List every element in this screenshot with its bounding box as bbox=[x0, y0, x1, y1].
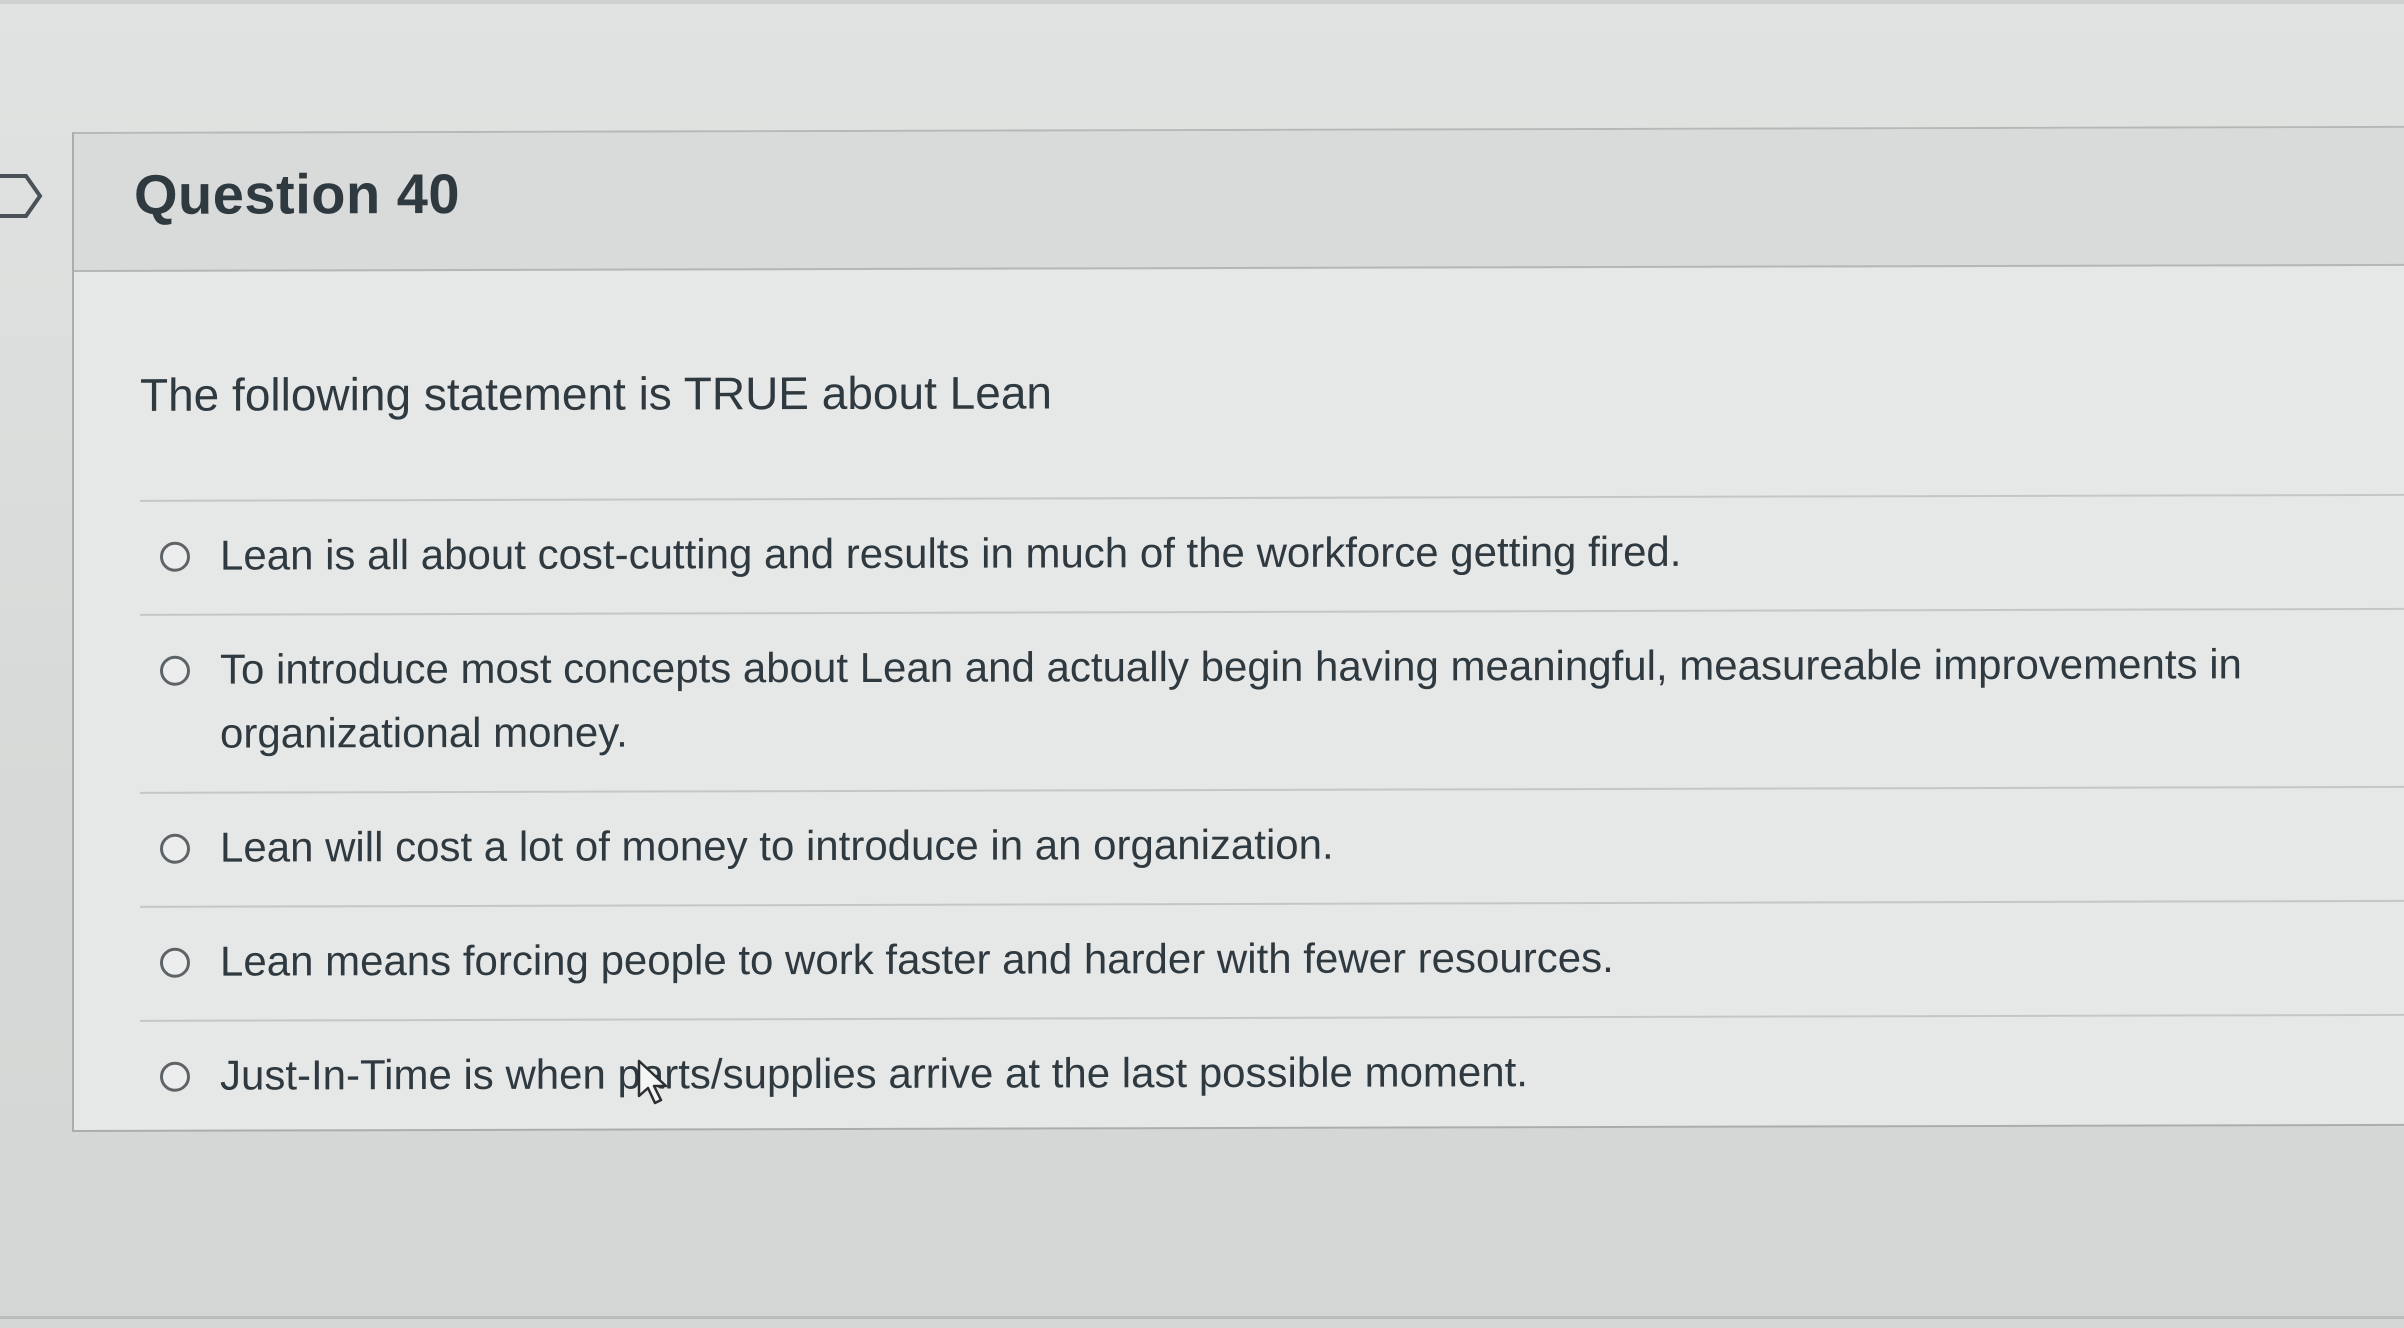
top-divider bbox=[0, 0, 2404, 4]
question-card: Question 40 The following statement is T… bbox=[72, 125, 2404, 1134]
answer-label[interactable]: Lean will cost a lot of money to introdu… bbox=[220, 813, 1334, 880]
question-title: Question 40 bbox=[134, 161, 461, 226]
question-body: The following statement is TRUE about Le… bbox=[74, 266, 2404, 1134]
mouse-pointer-icon bbox=[637, 1059, 668, 1105]
answer-label[interactable]: To introduce most concepts about Lean an… bbox=[220, 632, 2404, 766]
radio-button-icon[interactable] bbox=[160, 655, 190, 686]
answer-label[interactable]: Lean is all about cost-cutting and resul… bbox=[220, 520, 1681, 588]
flag-icon[interactable] bbox=[0, 170, 44, 222]
answer-option-2[interactable]: To introduce most concepts about Lean an… bbox=[140, 607, 2404, 792]
radio-button-icon[interactable] bbox=[160, 541, 190, 572]
quiz-page: Question 40 The following statement is T… bbox=[0, 0, 2404, 1328]
question-prompt: The following statement is TRUE about Le… bbox=[140, 366, 1052, 421]
radio-button-icon[interactable] bbox=[160, 947, 190, 978]
answer-option-5[interactable]: Just-In-Time is when parts/supplies arri… bbox=[140, 1013, 2404, 1134]
radio-button-icon[interactable] bbox=[160, 833, 190, 864]
answer-list: Lean is all about cost-cutting and resul… bbox=[140, 493, 2404, 1134]
bottom-divider bbox=[0, 1316, 2404, 1319]
answer-option-3[interactable]: Lean will cost a lot of money to introdu… bbox=[140, 785, 2404, 906]
question-header: Question 40 bbox=[74, 127, 2404, 272]
answer-option-4[interactable]: Lean means forcing people to work faster… bbox=[140, 899, 2404, 1020]
answer-label[interactable]: Just-In-Time is when parts/supplies arri… bbox=[220, 1040, 1528, 1107]
answer-option-1[interactable]: Lean is all about cost-cutting and resul… bbox=[140, 493, 2404, 614]
radio-button-icon[interactable] bbox=[160, 1061, 190, 1092]
answer-label[interactable]: Lean means forcing people to work faster… bbox=[220, 926, 1614, 994]
